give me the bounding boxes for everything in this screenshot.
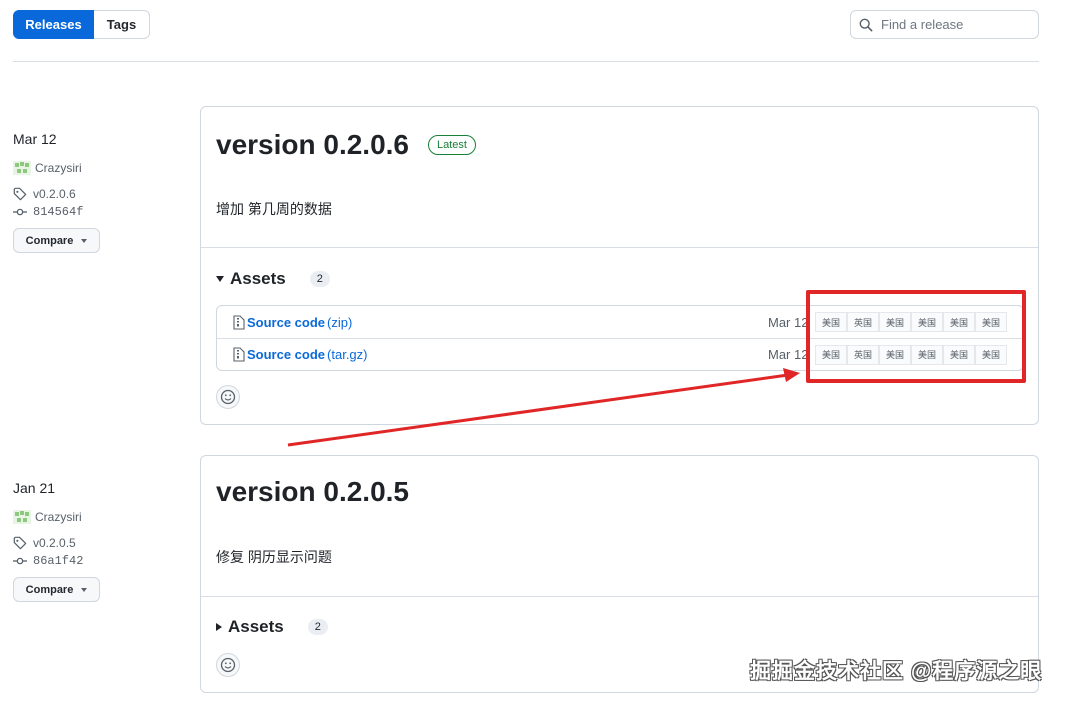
release-date: Mar 12 [13,131,57,147]
asset-name: Source code [247,347,326,362]
compare-button[interactable]: Compare [13,577,100,602]
release-author[interactable]: Crazysiri [13,161,183,175]
chevron-down-icon [81,238,88,243]
smiley-icon [220,657,236,673]
release-notes: 增加 第几周的数据 [216,201,332,217]
assets-count: 2 [309,271,330,287]
release-meta: Mar 12 Crazysiri v0.2.0.6 814564f Compar… [13,131,183,253]
asset-suffix: (zip) [327,314,353,330]
author-name[interactable]: Crazysiri [35,161,82,175]
release-title[interactable]: version 0.2.0.6 [216,129,409,161]
release-author[interactable]: Crazysiri [13,510,183,524]
release-title[interactable]: version 0.2.0.5 [216,476,409,508]
tab-releases[interactable]: Releases [13,10,94,39]
asset-name: Source code [247,314,326,330]
tag-icon [13,187,27,201]
file-zip-icon [233,314,245,330]
release-title-row: version 0.2.0.5 [216,476,409,508]
assets-toggle[interactable]: Assets 2 [216,269,330,289]
search-icon [859,18,873,31]
release-tag[interactable]: v0.2.0.5 [13,536,183,550]
release-title-row: version 0.2.0.6 Latest [216,129,476,161]
avatar [13,161,31,175]
release-commit[interactable]: 86a1f42 [13,554,183,568]
release-tag[interactable]: v0.2.0.6 [13,187,183,201]
commit-sha[interactable]: 814564f [33,205,83,219]
add-reaction-button[interactable] [216,385,240,409]
latest-badge: Latest [428,135,476,155]
triangle-down-icon [216,276,224,282]
compare-button[interactable]: Compare [13,228,100,253]
release-meta: Jan 21 Crazysiri v0.2.0.5 86a1f42 Compar… [13,480,183,602]
avatar [13,510,31,524]
asset-suffix: (tar.gz) [327,347,368,362]
tag-label[interactable]: v0.2.0.6 [33,187,76,201]
chevron-down-icon [81,587,88,592]
assets-count: 2 [307,619,328,635]
asset-link-targz[interactable]: Source code (tar.gz) [233,347,368,362]
triangle-right-icon [216,623,222,631]
compare-label: Compare [25,583,74,596]
release-date: Jan 21 [13,480,56,496]
card-divider [201,247,1038,248]
commit-icon [13,557,27,565]
tab-tags[interactable]: Tags [94,10,150,39]
author-name[interactable]: Crazysiri [35,510,82,524]
release-commit[interactable]: 814564f [13,205,183,219]
assets-toggle[interactable]: Assets 2 [216,617,328,637]
release-notes: 修复 阴历显示问题 [216,549,332,565]
asset-date: Mar 12 [768,314,809,330]
assets-label: Assets [230,269,286,288]
file-zip-icon [233,347,245,362]
release-tabs: Releases Tags [13,10,150,39]
tag-label[interactable]: v0.2.0.5 [33,536,76,550]
commit-sha[interactable]: 86a1f42 [33,554,83,568]
commit-icon [13,208,27,216]
header-divider [13,61,1039,62]
release-search[interactable] [850,10,1039,39]
tag-icon [13,536,27,550]
smiley-icon [220,389,236,405]
asset-date: Mar 12 [768,347,809,362]
annotation-highlight-box [806,290,1026,383]
assets-label: Assets [228,617,284,636]
compare-label: Compare [25,234,74,247]
search-input[interactable] [881,17,1021,32]
add-reaction-button[interactable] [216,653,240,677]
asset-link-zip[interactable]: Source code (zip) [233,315,352,330]
card-divider [201,596,1038,597]
watermark: 掘掘金技术社区 @程序源之眼 [750,660,1043,683]
